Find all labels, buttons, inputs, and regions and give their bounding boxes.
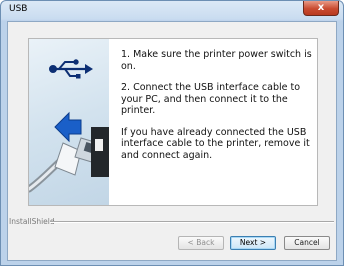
usb-dialog-window: USB x 1. Make sure the printer power swi… — [0, 0, 344, 266]
cancel-button[interactable]: Cancel — [284, 236, 330, 250]
usb-illustration — [29, 39, 109, 205]
back-button[interactable]: < Back — [178, 236, 224, 250]
step-power-on: 1. Make sure the printer power switch is… — [121, 49, 312, 72]
instruction-text: 1. Make sure the printer power switch is… — [121, 49, 313, 171]
installshield-label: InstallShield — [9, 217, 55, 226]
window-title: USB — [9, 4, 28, 14]
next-button[interactable]: Next > — [230, 236, 276, 250]
step-reconnect-note: If you have already connected the USB in… — [121, 126, 310, 161]
insert-arrow-icon — [54, 111, 82, 143]
footer-divider — [50, 221, 334, 223]
dialog-client-area: 1. Make sure the printer power switch is… — [7, 21, 337, 261]
close-icon: x — [317, 2, 325, 13]
step-connect-cable: 2. Connect the USB interface cable to yo… — [121, 82, 301, 116]
instructions-panel: 1. Make sure the printer power switch is… — [28, 38, 318, 206]
title-bar[interactable]: USB x — [1, 1, 343, 21]
close-button[interactable]: x — [303, 1, 339, 16]
usb-symbol-icon — [49, 59, 93, 79]
